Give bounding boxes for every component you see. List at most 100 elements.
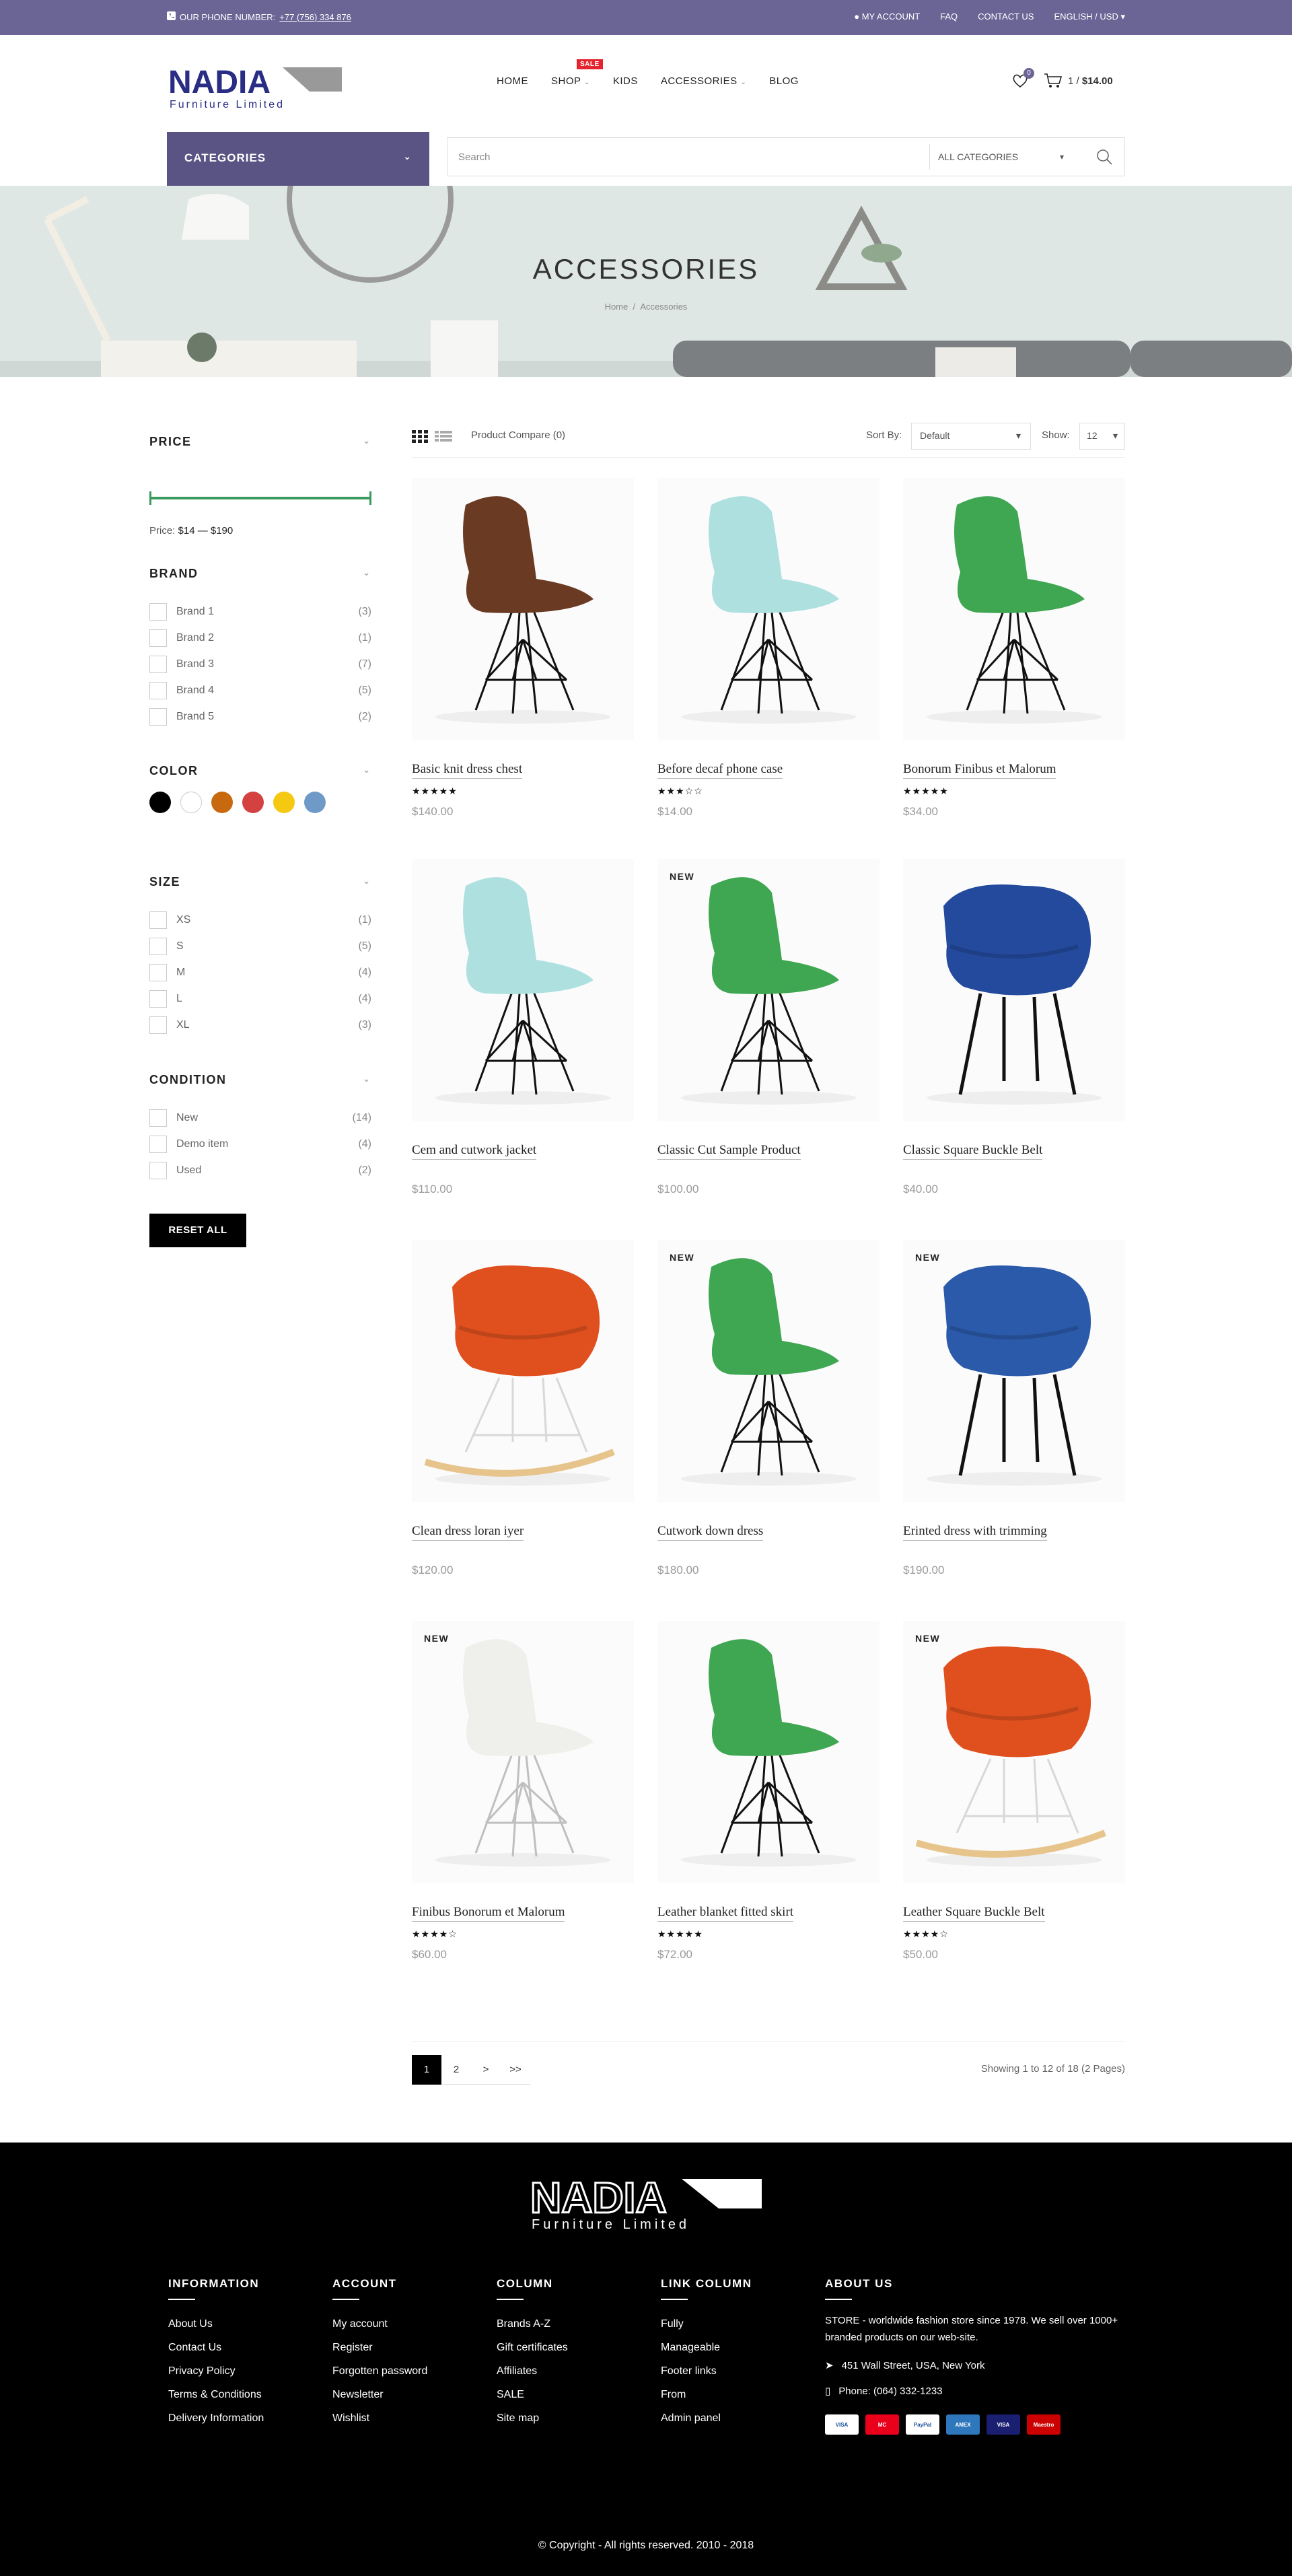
- product-image[interactable]: NEW: [903, 1240, 1125, 1502]
- phone-link[interactable]: +77 (756) 334 876: [279, 12, 351, 22]
- brand-checkbox[interactable]: [149, 681, 167, 699]
- size-checkbox[interactable]: [149, 1016, 167, 1034]
- product-image[interactable]: NEW: [903, 1621, 1125, 1883]
- filter-color-header[interactable]: COLOR ⌄: [149, 764, 371, 778]
- brand-option[interactable]: Brand 1 (3): [149, 598, 371, 625]
- footer-link[interactable]: Contact Us: [168, 2336, 323, 2359]
- filter-price-header[interactable]: PRICE ⌄: [149, 435, 371, 449]
- list-view-icon[interactable]: [435, 429, 452, 444]
- product-image[interactable]: [657, 1621, 880, 1883]
- footer-link[interactable]: Affiliates: [497, 2359, 651, 2383]
- product-image[interactable]: [412, 859, 634, 1121]
- nav-kids[interactable]: KIDS: [613, 75, 638, 87]
- product-compare-link[interactable]: Product Compare (0): [471, 429, 565, 441]
- footer-link[interactable]: Brands A-Z: [497, 2312, 651, 2336]
- size-option[interactable]: XS (1): [149, 907, 371, 933]
- footer-link[interactable]: Wishlist: [332, 2406, 487, 2430]
- footer-link[interactable]: Terms & Conditions: [168, 2383, 323, 2406]
- condition-checkbox[interactable]: [149, 1135, 167, 1153]
- size-option[interactable]: S (5): [149, 933, 371, 959]
- reset-all-button[interactable]: RESET ALL: [149, 1214, 246, 1247]
- footer-link[interactable]: Admin panel: [661, 2406, 816, 2430]
- nav-accessories[interactable]: ACCESSORIES ⌄: [661, 75, 746, 87]
- brand-checkbox[interactable]: [149, 707, 167, 726]
- brand-checkbox[interactable]: [149, 629, 167, 647]
- search-input[interactable]: Search: [447, 151, 929, 163]
- faq-link[interactable]: FAQ: [940, 11, 958, 22]
- product-name[interactable]: Leather Square Buckle Belt: [903, 1905, 1045, 1922]
- footer-link[interactable]: About Us: [168, 2312, 323, 2336]
- product-card[interactable]: Leather blanket fitted skirt ★★★★★ $72.00: [657, 1621, 880, 1961]
- filter-brand-header[interactable]: BRAND ⌄: [149, 567, 371, 581]
- product-image[interactable]: [903, 478, 1125, 740]
- page-link[interactable]: 2: [441, 2055, 471, 2085]
- condition-checkbox[interactable]: [149, 1161, 167, 1179]
- show-select[interactable]: 12: [1079, 423, 1125, 450]
- footer-link[interactable]: SALE: [497, 2383, 651, 2406]
- search-category-select[interactable]: ALL CATEGORIES: [929, 144, 1084, 170]
- size-checkbox[interactable]: [149, 911, 167, 929]
- product-image[interactable]: NEW: [657, 1240, 880, 1502]
- language-currency-select[interactable]: ENGLISH / USD ▾: [1054, 11, 1125, 22]
- size-checkbox[interactable]: [149, 963, 167, 981]
- product-card[interactable]: NEW Cutwork down dress $180.00: [657, 1240, 880, 1577]
- brand-option[interactable]: Brand 5 (2): [149, 703, 371, 730]
- color-swatch[interactable]: [242, 792, 264, 813]
- product-name[interactable]: Cem and cutwork jacket: [412, 1143, 537, 1160]
- color-swatch[interactable]: [304, 792, 326, 813]
- page-link[interactable]: >: [471, 2055, 501, 2085]
- brand-option[interactable]: Brand 2 (1): [149, 625, 371, 651]
- product-card[interactable]: Basic knit dress chest ★★★★★ $140.00: [412, 478, 634, 819]
- brand-checkbox[interactable]: [149, 655, 167, 673]
- footer-link[interactable]: Fully: [661, 2312, 816, 2336]
- footer-link[interactable]: From: [661, 2383, 816, 2406]
- logo[interactable]: NADIA Furniture Limited: [168, 65, 343, 110]
- footer-link[interactable]: Gift certificates: [497, 2336, 651, 2359]
- cart-button[interactable]: 1 / $14.00: [1044, 73, 1113, 89]
- product-image[interactable]: [903, 859, 1125, 1121]
- footer-link[interactable]: Forgotten password: [332, 2359, 487, 2383]
- nav-blog[interactable]: BLOG: [769, 75, 799, 87]
- brand-option[interactable]: Brand 3 (7): [149, 651, 371, 677]
- product-card[interactable]: Cem and cutwork jacket $110.00: [412, 859, 634, 1196]
- product-image[interactable]: [657, 478, 880, 740]
- price-slider[interactable]: [149, 491, 371, 505]
- grid-view-icon[interactable]: [412, 429, 429, 444]
- product-image[interactable]: [412, 478, 634, 740]
- product-name[interactable]: Clean dress loran iyer: [412, 1524, 524, 1541]
- product-name[interactable]: Erinted dress with trimming: [903, 1524, 1047, 1541]
- page-link[interactable]: 1: [412, 2055, 441, 2085]
- product-image[interactable]: NEW: [412, 1621, 634, 1883]
- product-image[interactable]: [412, 1240, 634, 1502]
- product-name[interactable]: Cutwork down dress: [657, 1524, 764, 1541]
- footer-link[interactable]: Register: [332, 2336, 487, 2359]
- product-name[interactable]: Classic Cut Sample Product: [657, 1143, 801, 1160]
- sort-select[interactable]: Default: [911, 423, 1031, 450]
- product-card[interactable]: Before decaf phone case ★★★☆☆ $14.00: [657, 478, 880, 819]
- condition-option[interactable]: New (14): [149, 1105, 371, 1131]
- condition-checkbox[interactable]: [149, 1109, 167, 1127]
- condition-option[interactable]: Demo item (4): [149, 1131, 371, 1157]
- condition-option[interactable]: Used (2): [149, 1157, 371, 1183]
- product-card[interactable]: NEW Leather Square Buckle Belt ★★★★☆ $50.00: [903, 1621, 1125, 1961]
- wishlist-button[interactable]: 0: [1011, 68, 1034, 90]
- color-swatch[interactable]: [273, 792, 295, 813]
- nav-home[interactable]: HOME: [497, 75, 528, 87]
- footer-link[interactable]: Delivery Information: [168, 2406, 323, 2430]
- nav-shop[interactable]: SALE SHOP ⌄: [551, 59, 603, 87]
- footer-link[interactable]: Site map: [497, 2406, 651, 2430]
- brand-checkbox[interactable]: [149, 602, 167, 621]
- size-checkbox[interactable]: [149, 937, 167, 955]
- footer-logo[interactable]: NADIA Furniture Limited: [530, 2173, 762, 2232]
- color-swatch[interactable]: [149, 792, 171, 813]
- search-button[interactable]: [1084, 138, 1124, 176]
- product-name[interactable]: Before decaf phone case: [657, 762, 783, 779]
- color-swatch[interactable]: [211, 792, 233, 813]
- product-card[interactable]: NEW Erinted dress with trimming $190.00: [903, 1240, 1125, 1577]
- footer-link[interactable]: Footer links: [661, 2359, 816, 2383]
- product-card[interactable]: Bonorum Finibus et Malorum ★★★★★ $34.00: [903, 478, 1125, 819]
- filter-condition-header[interactable]: CONDITION ⌄: [149, 1073, 371, 1087]
- categories-dropdown[interactable]: CATEGORIES ⌄: [167, 132, 429, 186]
- product-name[interactable]: Classic Square Buckle Belt: [903, 1143, 1043, 1160]
- product-name[interactable]: Bonorum Finibus et Malorum: [903, 762, 1056, 779]
